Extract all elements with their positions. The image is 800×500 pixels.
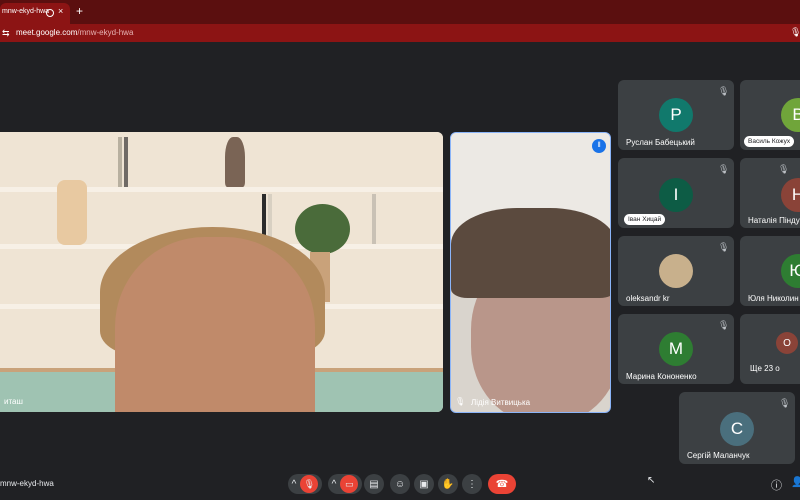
participant-name: Іван Хицай [624, 214, 666, 225]
tab-title: mnw-ekyd-hwa [2, 8, 50, 15]
meeting-code: mnw-ekyd-hwa [0, 479, 54, 488]
book [372, 194, 376, 244]
mic-off-icon: 🎙 [778, 164, 790, 174]
address-bar[interactable]: ⇆ meet.google.com/mnw-ekyd-hwa 🎙 [0, 24, 800, 42]
main-video-name: иташ [4, 397, 23, 406]
browser-tab-bar: mnw-ekyd-hwa × + [0, 0, 800, 24]
present-icon[interactable]: ▣ [414, 474, 434, 494]
participant-name: Марина Кононенко [626, 372, 697, 381]
close-tab-icon[interactable]: × [58, 6, 63, 16]
participant-tile[interactable]: Н 🎙 Наталія Піндус [740, 158, 800, 228]
participant-tile[interactable]: 🎙 oleksandr kr [618, 236, 734, 306]
plant [295, 204, 350, 254]
participant-tile[interactable]: І 🎙 Іван Хицай [618, 158, 734, 228]
info-icon[interactable]: ⓘ [771, 477, 782, 493]
chevron-up-icon[interactable]: ^ [332, 479, 337, 490]
second-video-name: Лідія Витвицька [471, 398, 531, 407]
participant-tile[interactable]: С 🎙 Сергій Маланчук [679, 392, 795, 464]
camera-control-group[interactable]: ^ ▭ [328, 474, 362, 494]
avatar-photo [659, 254, 693, 288]
recording-icon [46, 9, 54, 17]
mic-off-icon: 🎙 [718, 242, 730, 252]
avatar: С [720, 412, 754, 446]
avatar: І [659, 178, 693, 212]
participant-name: Юля Николин [748, 294, 799, 303]
participant-tile[interactable]: Ю Юля Николин [740, 236, 800, 306]
emoji-icon[interactable]: ☺ [390, 474, 410, 494]
participant-name: oleksandr kr [626, 294, 670, 303]
chevron-up-icon[interactable]: ^ [292, 479, 297, 490]
participant-tile[interactable]: Р 🎙 Руслан Бабецький [618, 80, 734, 150]
book [124, 137, 128, 187]
url-path: /mnw-ekyd-hwa [77, 28, 134, 37]
new-tab-button[interactable]: + [76, 4, 83, 18]
speaking-indicator-icon: ⦀ [592, 139, 606, 153]
mic-off-icon: 🎙 [718, 320, 730, 330]
participant-name: Руслан Бабецький [626, 138, 695, 147]
book [118, 137, 122, 187]
mouse-cursor-icon: ↖ [647, 475, 656, 486]
site-settings-icon[interactable]: ⇆ [2, 28, 10, 39]
people-icon[interactable]: 👤 [791, 477, 800, 488]
avatar: О [776, 332, 798, 354]
more-options-icon[interactable]: ⋮ [462, 474, 482, 494]
participant-name: Сергій Маланчук [687, 451, 750, 460]
microphone-indicator-icon[interactable]: 🎙 [790, 27, 800, 38]
second-video-tile[interactable]: ⦀ 🎙 Лідія Витвицька [450, 132, 611, 413]
mic-control-group[interactable]: ^ 🎙 [288, 474, 322, 494]
more-participants-tile[interactable]: О Ще 23 о [740, 314, 800, 384]
avatar: В [781, 98, 800, 132]
mic-off-icon: 🎙 [779, 398, 791, 408]
browser-tab[interactable]: mnw-ekyd-hwa × [0, 3, 70, 24]
vase [225, 137, 245, 187]
avatar: М [659, 332, 693, 366]
participant-hair [451, 208, 610, 298]
mic-off-icon[interactable]: 🎙 [300, 475, 319, 493]
camera-off-icon[interactable]: ▭ [340, 475, 359, 493]
avatar: Ю [781, 254, 800, 288]
leave-call-button[interactable]: ☎ [488, 474, 516, 494]
raise-hand-icon[interactable]: ✋ [438, 474, 458, 494]
main-video-tile[interactable]: иташ [0, 132, 443, 412]
avatar: Н [781, 178, 800, 212]
participant-tile[interactable]: М 🎙 Марина Кононенко [618, 314, 734, 384]
mic-off-icon: 🎙 [718, 86, 730, 96]
participant-name: Василь Кожух [744, 136, 795, 147]
url-host: meet.google.com [16, 28, 78, 37]
more-participants-label: Ще 23 о [750, 364, 780, 373]
participant-name: Наталія Піндус [748, 216, 800, 225]
mic-off-icon: 🎙 [718, 164, 730, 174]
participant-face [115, 237, 315, 412]
mic-off-icon: 🎙 [455, 397, 466, 406]
lamp [57, 180, 87, 245]
avatar: Р [659, 98, 693, 132]
captions-icon[interactable]: ▤ [364, 474, 384, 494]
url-text[interactable]: meet.google.com/mnw-ekyd-hwa [16, 28, 133, 37]
participant-tile[interactable]: В Василь Кожух [740, 80, 800, 150]
